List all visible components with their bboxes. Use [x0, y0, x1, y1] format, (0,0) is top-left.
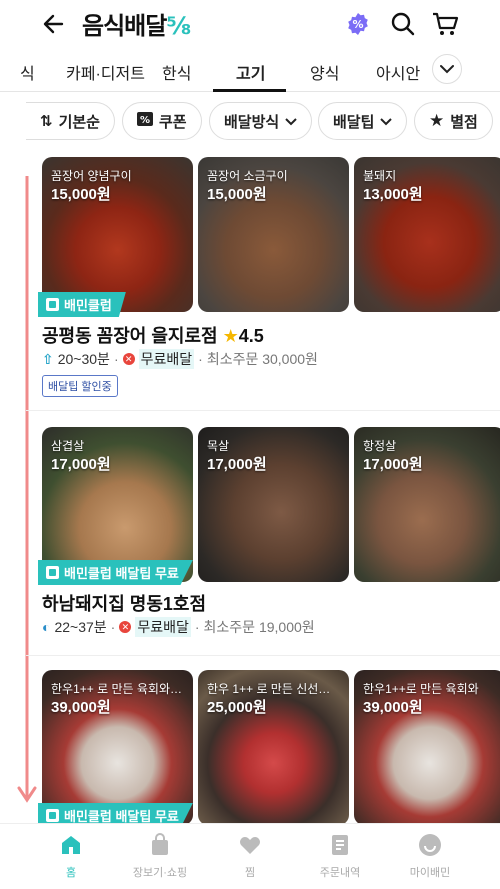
- nav-orders[interactable]: 주문내역: [295, 832, 385, 880]
- chevron-down-icon: [380, 113, 393, 130]
- tab-category[interactable]: 식: [20, 60, 35, 84]
- star-icon: ★: [222, 326, 239, 346]
- bottom-navigation: 홈 장보기·쇼핑 찜 주문내역 마이배민: [0, 823, 500, 889]
- store-meta: ⇧ 20~30분 · ✕ 무료배달 · 최소주문 30,000원: [42, 349, 318, 369]
- page-title: 음식배달⅝: [82, 12, 191, 40]
- store-name[interactable]: 공평동 꼼장어 을지로점 ★4.5: [42, 322, 264, 348]
- coupon-filter-icon: %: [137, 112, 153, 130]
- free-delivery-icon: ✕: [119, 621, 132, 633]
- search-icon[interactable]: [388, 9, 418, 39]
- coupon-icon[interactable]: %: [343, 9, 373, 39]
- delivery-speed-icon: ⇧: [42, 350, 54, 367]
- store-card[interactable]: 한우1++ 로 만든 육회와… 39,000원 한우 1++ 로 만든 신선… 25…: [0, 670, 500, 828]
- divider: [26, 410, 500, 411]
- nav-home[interactable]: 홈: [26, 832, 116, 880]
- divider: [26, 655, 500, 656]
- cart-icon[interactable]: [430, 9, 460, 39]
- svg-text:%: %: [352, 18, 363, 31]
- receipt-icon: [327, 832, 353, 858]
- delivery-speed-icon: ◐: [42, 619, 51, 635]
- chevron-down-icon[interactable]: [432, 54, 462, 84]
- shopping-bag-icon: [147, 832, 173, 858]
- nav-favorites[interactable]: 찜: [205, 832, 295, 880]
- menu-item[interactable]: 꼼장어 소금구이 15,000원: [198, 157, 349, 312]
- heart-icon: [237, 832, 263, 858]
- store-card[interactable]: 삼겹살 17,000원 목살 17,000원 항정살 17,000원 배민클럽 배달팁…: [0, 427, 500, 647]
- category-tabs: 식 카페·디저트 한식 고기 양식 아시안: [0, 50, 500, 92]
- store-meta: ◐ 22~37분 · ✕ 무료배달 · 최소주문 19,000원: [42, 617, 315, 637]
- menu-item[interactable]: 항정살 17,000원: [354, 427, 500, 582]
- rating-filter[interactable]: ★ 별점: [414, 102, 493, 140]
- baemin-club-badge: 배민클럽: [38, 292, 126, 317]
- baemin-club-badge: 배민클럽 배달팁 무료: [38, 560, 193, 585]
- back-arrow-icon[interactable]: [40, 10, 68, 38]
- discount-tag: 배달팁 할인중: [42, 375, 118, 397]
- app-header: 음식배달⅝ %: [0, 0, 500, 50]
- coupon-filter-button[interactable]: % 쿠폰: [122, 102, 202, 140]
- tab-category[interactable]: 양식: [310, 60, 339, 84]
- store-card[interactable]: 꼼장어 양념구이 15,000원 꼼장어 소금구이 15,000원 불돼지 13,00…: [0, 157, 500, 402]
- delivery-method-filter[interactable]: 배달방식: [209, 102, 313, 140]
- star-icon: ★: [429, 111, 445, 130]
- svg-text:%: %: [140, 115, 150, 126]
- menu-item[interactable]: 불돼지 13,000원: [354, 157, 500, 312]
- nav-my-baemin[interactable]: 마이배민: [385, 832, 475, 880]
- menu-item[interactable]: 목살 17,000원: [198, 427, 349, 582]
- delivery-tip-filter[interactable]: 배달팁: [318, 102, 408, 140]
- menu-item[interactable]: 한우1++로 만든 육회와 39,000원: [354, 670, 500, 825]
- menu-item[interactable]: 한우 1++ 로 만든 신선… 25,000원: [198, 670, 349, 825]
- smile-icon: [417, 832, 443, 858]
- tab-category[interactable]: 카페·디저트: [66, 60, 145, 84]
- tab-category[interactable]: 한식: [162, 60, 191, 84]
- store-name[interactable]: 하남돼지집 명동1호점: [42, 590, 206, 616]
- menu-item[interactable]: 한우1++ 로 만든 육회와… 39,000원: [42, 670, 193, 825]
- free-delivery-icon: ✕: [122, 353, 135, 365]
- tab-category-active[interactable]: 고기: [236, 60, 265, 84]
- home-icon: [58, 832, 84, 858]
- tab-category[interactable]: 아시안: [376, 60, 420, 84]
- menu-item[interactable]: 삼겹살 17,000원: [42, 427, 193, 582]
- menu-item[interactable]: 꼼장어 양념구이 15,000원: [42, 157, 193, 312]
- nav-shopping[interactable]: 장보기·쇼핑: [115, 832, 205, 880]
- sort-icon: ⇅: [40, 113, 53, 130]
- sort-button[interactable]: ⇅ 기본순: [26, 102, 115, 140]
- active-tab-indicator: [213, 89, 286, 92]
- chevron-down-icon: [285, 113, 297, 130]
- filter-bar: ⇅ 기본순 % 쿠폰 배달방식 배달팁 ★ 별점: [0, 100, 500, 144]
